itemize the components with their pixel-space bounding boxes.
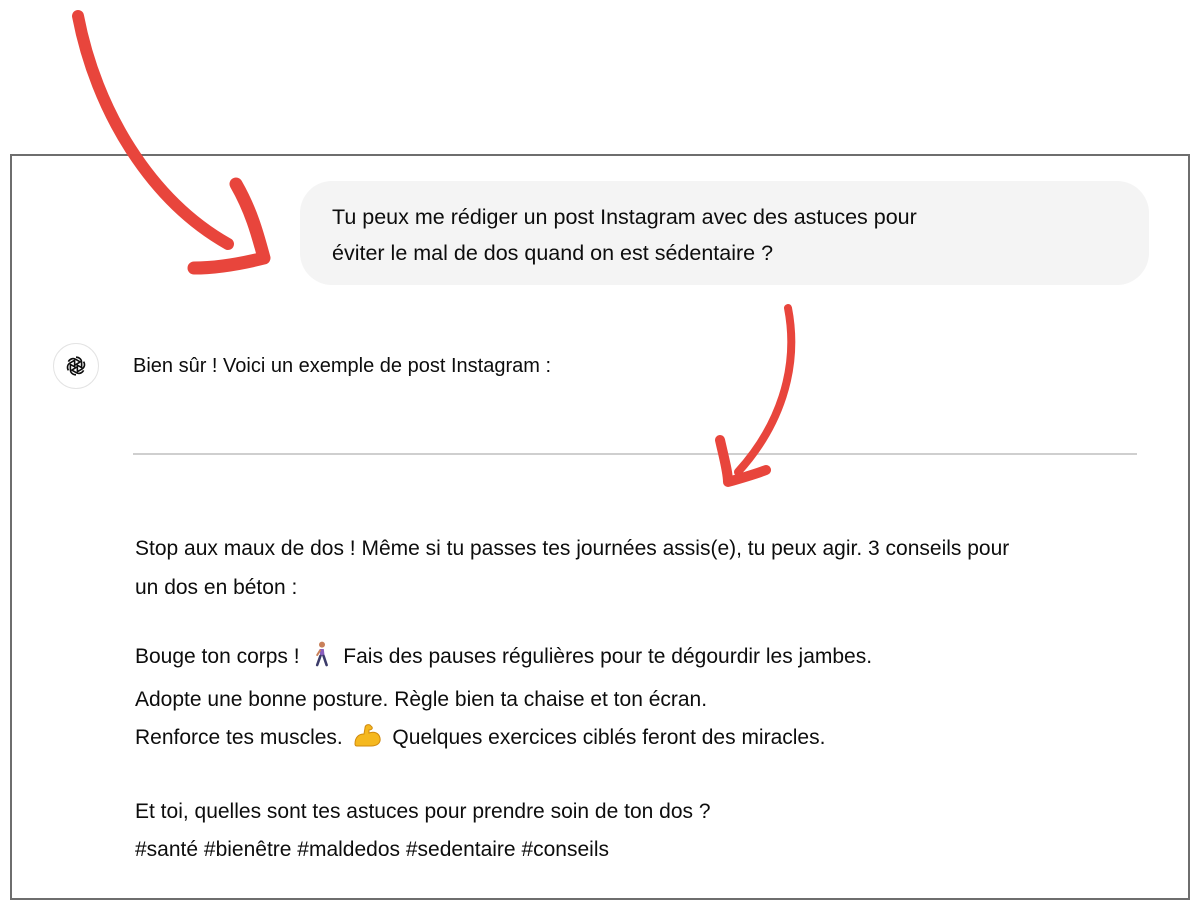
assistant-avatar	[53, 343, 99, 389]
instagram-post-text: Stop aux maux de dos ! Même si tu passes…	[135, 530, 1145, 870]
tip-1-end: Fais des pauses régulières pour te dégou…	[337, 645, 873, 668]
person-walking-icon	[309, 641, 333, 681]
tip-1: Bouge ton corps ! Fais des pauses réguli…	[135, 638, 1145, 681]
tip-3-end: Quelques exercices ciblés feront des mir…	[386, 726, 826, 749]
tip-1-start: Bouge ton corps !	[135, 645, 306, 668]
post-hashtags: #santé #bienêtre #maldedos #sedentaire #…	[135, 838, 609, 861]
user-message-line-1: Tu peux me rédiger un post Instagram ave…	[332, 205, 917, 229]
post-intro-line-2: un dos en béton :	[135, 575, 298, 599]
user-message-bubble: Tu peux me rédiger un post Instagram ave…	[300, 181, 1149, 285]
tip-3: Renforce tes muscles. Quelques exercices…	[135, 719, 1145, 762]
tip-2: Adopte une bonne posture. Règle bien ta …	[135, 687, 708, 711]
divider	[133, 453, 1137, 455]
screenshot-page: Tu peux me rédiger un post Instagram ave…	[0, 0, 1200, 911]
user-message-line-2: éviter le mal de dos quand on est sédent…	[332, 241, 774, 265]
post-intro-line-1: Stop aux maux de dos ! Même si tu passes…	[135, 537, 1010, 560]
tip-3-start: Renforce tes muscles.	[135, 726, 349, 749]
assistant-intro-text: Bien sûr ! Voici un exemple de post Inst…	[133, 355, 551, 377]
openai-logo-icon	[64, 355, 88, 377]
flexed-biceps-icon	[353, 722, 383, 762]
post-question: Et toi, quelles sont tes astuces pour pr…	[135, 799, 711, 823]
